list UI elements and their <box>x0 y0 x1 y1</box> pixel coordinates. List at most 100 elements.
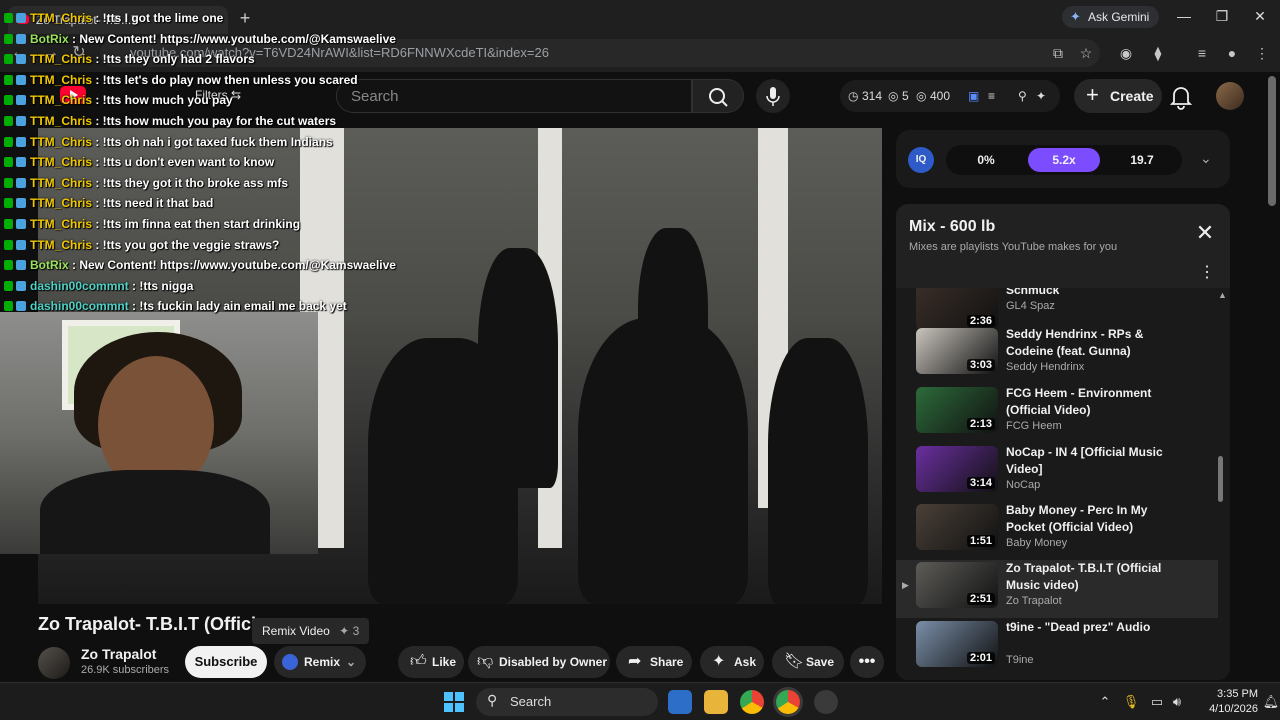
thumbs-down-icon: 👎︎ <box>477 653 494 670</box>
extension-stats[interactable]: ◷ 314 ◎ 5 ◎ 400 ▣ ≡ ⚲ ✦ <box>840 80 1060 112</box>
channel-avatar[interactable] <box>38 647 70 679</box>
playlist-item-channel: FCG Heem <box>1006 420 1062 432</box>
chevron-down-icon[interactable]: ⌄ <box>346 646 356 678</box>
search-button[interactable] <box>692 79 744 113</box>
tray-overflow-icon[interactable]: ⌃ <box>1096 693 1114 711</box>
subscribe-button[interactable]: Subscribe <box>185 646 267 678</box>
playlist-item-title[interactable]: NoCap - IN 4 [Official Music Video] <box>1006 444 1178 478</box>
chat-badge-icon <box>4 198 13 209</box>
playlist-item-title[interactable]: t9ine - "Dead prez" Audio <box>1006 619 1178 636</box>
video-title: Zo Trapalot- T.B.I.T (Official <box>38 614 258 634</box>
chat-message: TTM_Chris : !tts u don't even want to kn… <box>0 152 400 173</box>
ask-gemini-label: Ask Gemini <box>1088 10 1150 24</box>
stat-b: 5 <box>902 89 909 103</box>
playlist-thumbnail[interactable]: 3:14 <box>916 446 998 492</box>
playlist-thumbnail[interactable]: 2:01 <box>916 621 998 667</box>
remix-button[interactable]: Remix ⌄ <box>274 646 366 678</box>
playlist-scrollbar[interactable] <box>1218 456 1223 502</box>
dislike-button[interactable]: 👎︎ Disabled by Owner <box>468 646 610 678</box>
playlist-item[interactable]: 3:03 Seddy Hendrinx - RPs & Codeine (feat… <box>896 326 1218 384</box>
voice-search-button[interactable] <box>756 79 790 113</box>
speed-pill-multiplier[interactable]: 5.2x <box>1028 148 1100 172</box>
share-button[interactable]: ➦ Share <box>616 646 692 678</box>
chat-message: TTM_Chris : !tts they only had 2 flavors <box>0 49 400 70</box>
playlist-item[interactable]: 3:14 NoCap - IN 4 [Official Music Video] N… <box>896 444 1218 502</box>
playlist-item[interactable]: ▶ 2:51 Zo Trapalot- T.B.I.T (Official Musi… <box>896 560 1218 618</box>
account-avatar[interactable] <box>1216 82 1244 110</box>
windows-start-icon[interactable] <box>444 692 464 712</box>
extensions-puzzle-icon[interactable]: ⧫ <box>1148 43 1168 63</box>
stream-chat-overlay: TTM_Chris : !tts I got the lime one BotRi… <box>0 8 400 317</box>
chat-message: TTM_Chris : !tts you got the veggie stra… <box>0 235 400 256</box>
notifications-button[interactable] <box>1168 82 1194 110</box>
playlist-item-title[interactable]: Zo Trapalot- T.B.I.T (Official Music vid… <box>1006 560 1178 594</box>
close-icon[interactable]: ✕ <box>1194 222 1216 244</box>
recording-app-icon[interactable] <box>814 690 838 714</box>
store-app-icon[interactable] <box>668 690 692 714</box>
save-button[interactable]: 🔖︎ Save <box>772 646 844 678</box>
playlist-thumbnail[interactable]: 2:51 <box>916 562 998 608</box>
playlist-thumbnail[interactable]: 3:03 <box>916 328 998 374</box>
create-label: Create <box>1110 88 1154 104</box>
ask-gemini-button[interactable]: ✦ Ask Gemini <box>1062 6 1160 28</box>
pin-icon: ⚲ <box>1018 89 1027 103</box>
iq-logo-icon[interactable]: IQ <box>908 147 934 173</box>
more-actions-button[interactable]: ••• <box>850 646 884 678</box>
duration-badge: 3:03 <box>966 359 995 371</box>
reading-list-icon[interactable]: ≡ <box>1192 43 1212 63</box>
chrome-icon[interactable] <box>740 690 764 714</box>
playlist-thumbnail[interactable]: 1:51 <box>916 504 998 550</box>
clock[interactable]: 3:35 PM 4/10/2026 <box>1186 687 1258 717</box>
volume-icon[interactable]: 🔊︎ <box>1168 693 1186 711</box>
chat-username: TTM_Chris <box>30 155 93 170</box>
file-explorer-icon[interactable] <box>704 690 728 714</box>
install-app-icon[interactable]: ⧉ <box>1048 43 1068 63</box>
playlist-item[interactable]: 2:01 t9ine - "Dead prez" Audio T9ine <box>896 619 1218 677</box>
more-horizontal-icon: ••• <box>858 653 876 670</box>
minimize-button[interactable]: — <box>1164 4 1204 28</box>
chat-text: : !tts im finna eat then start drinking <box>92 216 301 231</box>
scroll-up-icon[interactable]: ▲ <box>1218 290 1227 300</box>
taskbar-search[interactable]: ⚲ Search <box>476 688 658 716</box>
playlist-item-title[interactable]: Schmuck <box>1006 288 1178 299</box>
playlist-item-channel: Seddy Hendrinx <box>1006 361 1085 373</box>
extension-icon[interactable]: ◉ <box>1116 43 1136 63</box>
chat-message: TTM_Chris : !tts how much you pay <box>0 90 400 111</box>
chat-text: : !tts nigga <box>128 278 194 293</box>
like-button[interactable]: 👍︎ Like <box>398 646 464 678</box>
chat-badge-icon <box>4 95 13 106</box>
playlist-item[interactable]: Fetish <box>896 678 1218 680</box>
playlist-item-title[interactable]: FCG Heem - Environment (Official Video) <box>1006 385 1178 419</box>
playlist-item[interactable]: 2:13 FCG Heem - Environment (Official Vid… <box>896 385 1218 443</box>
more-vertical-icon[interactable]: ⋮ <box>1198 262 1216 281</box>
maximize-button[interactable]: ❐ <box>1202 4 1242 28</box>
profile-icon[interactable]: ● <box>1222 43 1242 63</box>
speed-pill-value[interactable]: 19.7 <box>1106 148 1178 172</box>
notification-center-icon[interactable]: 🔔︎ <box>1262 693 1280 711</box>
close-window-button[interactable]: ✕ <box>1240 4 1280 28</box>
playlist-item-title[interactable]: Seddy Hendrinx - RPs & Codeine (feat. Gu… <box>1006 326 1178 360</box>
playlist-thumbnail[interactable]: 2:36 <box>916 288 998 330</box>
chat-badge-icon <box>16 136 26 147</box>
sparkle-icon: ✦ <box>712 653 726 670</box>
playlist-item-title[interactable]: Fetish <box>1006 678 1178 680</box>
bookmark-star-icon[interactable]: ☆ <box>1076 43 1096 63</box>
chat-text: : !tts I got the lime one <box>92 11 224 25</box>
microphone-tray-icon[interactable]: 🎙︎ <box>1122 693 1140 711</box>
playlist-item-title[interactable]: Baby Money - Perc In My Pocket (Official… <box>1006 502 1178 536</box>
network-icon[interactable]: ▭ <box>1148 693 1166 711</box>
chat-badge-icon <box>16 177 26 188</box>
chat-message: TTM_Chris : !tts they got it tho broke a… <box>0 173 400 194</box>
browser-menu-icon[interactable]: ⋮ <box>1252 43 1272 63</box>
create-button[interactable]: + Create <box>1074 79 1162 113</box>
windows-taskbar: ⚲ Search ⌃ 🎙︎ ▭ 🔊︎ 3:35 PM 4/10/2026 🔔︎ <box>0 682 1280 720</box>
chrome-active-icon[interactable] <box>776 690 800 714</box>
chat-badge-icon <box>4 260 13 271</box>
ask-button[interactable]: ✦ Ask <box>700 646 764 678</box>
chevron-down-icon[interactable]: ⌄ <box>1200 150 1212 167</box>
playlist-item[interactable]: 1:51 Baby Money - Perc In My Pocket (Offi… <box>896 502 1218 560</box>
page-scrollbar[interactable] <box>1268 76 1276 206</box>
speed-pill-percent[interactable]: 0% <box>950 148 1022 172</box>
channel-name[interactable]: Zo Trapalot <box>81 646 156 662</box>
playlist-thumbnail[interactable]: 2:13 <box>916 387 998 433</box>
